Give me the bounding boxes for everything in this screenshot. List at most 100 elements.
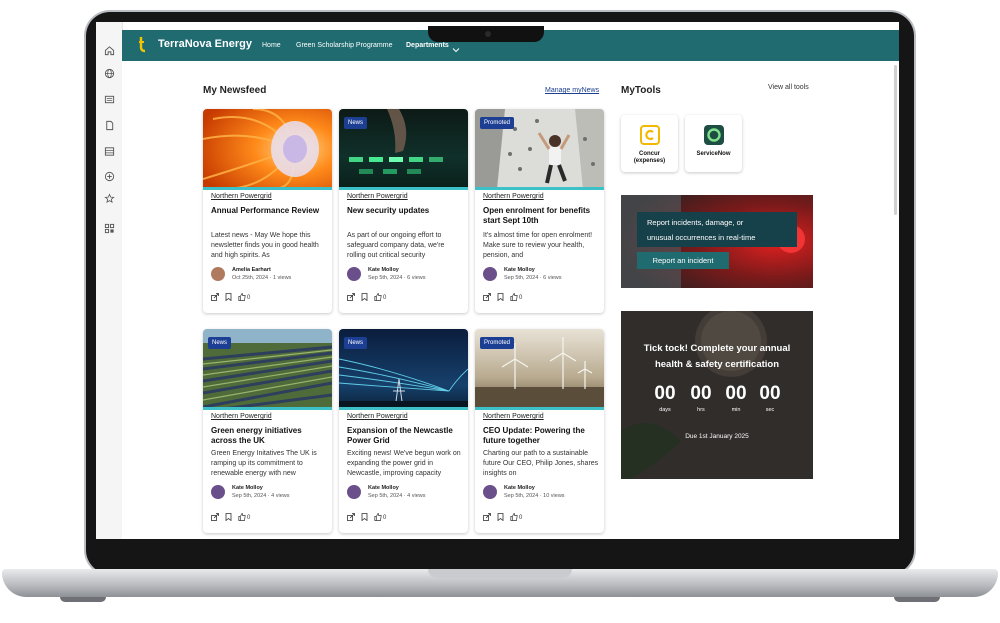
chevron-down-icon[interactable] [452, 41, 460, 59]
card-title[interactable]: New security updates [347, 206, 463, 216]
bookmark-icon[interactable] [225, 513, 232, 523]
countdown-min: 00 [725, 383, 747, 404]
countdown-hrs: 00 [690, 383, 712, 404]
home-icon[interactable] [103, 44, 115, 56]
avatar [347, 485, 361, 499]
nav-green-scholarship[interactable]: Green Scholarship Programme [296, 42, 393, 49]
like-count: 0 [383, 295, 387, 301]
incident-text-line2: unusual occurrences in real-time [647, 233, 756, 242]
globe-icon[interactable] [103, 67, 115, 79]
avatar [483, 267, 497, 281]
card-actions: 0 [211, 513, 250, 523]
card-title[interactable]: Green energy initiatives across the UK [211, 426, 327, 446]
card-author: Kate Molloy [504, 485, 535, 491]
countdown-min-label: min [731, 407, 741, 413]
news-card[interactable]: Promoted Northern Powergrid Open enrolme… [475, 109, 604, 313]
view-all-tools-link[interactable]: View all tools [768, 84, 809, 91]
like-count: 0 [383, 515, 387, 521]
like-count: 0 [519, 295, 523, 301]
card-title[interactable]: Annual Performance Review [211, 206, 327, 216]
bookmark-icon[interactable] [497, 513, 504, 523]
news-card[interactable]: News Northern Powergrid Green energy ini… [203, 329, 332, 533]
card-accent-stripe [339, 407, 468, 410]
card-source-link[interactable]: Northern Powergrid [211, 413, 272, 420]
main-content: My Newsfeed Manage myNews Northern Power… [122, 61, 899, 539]
star-icon[interactable] [103, 192, 115, 204]
card-source-link[interactable]: Northern Powergrid [211, 193, 272, 200]
countdown-days: 00 [654, 383, 676, 404]
nav-departments[interactable]: Departments [406, 42, 449, 49]
card-source-link[interactable]: Northern Powergrid [347, 413, 408, 420]
news-card[interactable]: Promoted Northern Powergrid CEO Update: … [475, 329, 604, 533]
news-card[interactable]: News Northern Powergrid New security upd… [339, 109, 468, 313]
card-description: Exciting news! We've begun work on expan… [347, 450, 461, 477]
card-source-link[interactable]: Northern Powergrid [483, 413, 544, 420]
card-accent-stripe [203, 187, 332, 190]
card-title[interactable]: Open enrolment for benefits start Sept 1… [483, 206, 599, 226]
terranova-logo-icon[interactable] [138, 37, 148, 53]
bookmark-icon[interactable] [361, 293, 368, 303]
avatar [211, 267, 225, 281]
bookmark-icon[interactable] [361, 513, 368, 523]
bookmark-icon[interactable] [225, 293, 232, 303]
card-tag-badge: Promoted [480, 337, 515, 349]
countdown-sec: 00 [759, 383, 781, 404]
card-description: Green Energy Initatives The UK is rampin… [211, 450, 317, 477]
card-title[interactable]: CEO Update: Powering the future together [483, 426, 599, 446]
incident-banner: Report incidents, damage, or unusual occ… [621, 195, 813, 288]
share-icon[interactable] [211, 293, 219, 303]
avatar [347, 267, 361, 281]
bookmark-icon[interactable] [497, 293, 504, 303]
list-icon[interactable] [103, 145, 115, 157]
share-icon[interactable] [347, 513, 355, 523]
card-accent-stripe [475, 407, 604, 410]
share-icon[interactable] [211, 513, 219, 523]
laptop-base-lip [428, 569, 572, 578]
share-icon[interactable] [483, 513, 491, 523]
countdown-sec-label: sec [765, 407, 775, 413]
news-icon[interactable] [103, 93, 115, 105]
add-icon[interactable] [103, 170, 115, 182]
card-tag-badge: News [208, 337, 232, 349]
manage-mynews-link[interactable]: Manage myNews [545, 87, 599, 94]
like-icon[interactable] [238, 293, 246, 303]
apps-icon[interactable] [103, 222, 115, 234]
card-description: Latest news - May We hope this newslette… [211, 232, 319, 259]
card-source-link[interactable]: Northern Powergrid [347, 193, 408, 200]
newsfeed-title: My Newsfeed [203, 85, 267, 96]
report-incident-button[interactable]: Report an incident [637, 252, 729, 269]
card-image-shell [203, 109, 332, 189]
nav-home[interactable]: Home [262, 42, 281, 49]
tool-concur[interactable]: Concur (expenses) [621, 115, 678, 172]
card-accent-stripe [475, 187, 604, 190]
share-icon[interactable] [347, 293, 355, 303]
card-accent-stripe [203, 407, 332, 410]
card-meta: Sep 5th, 2024 · 6 views [368, 275, 426, 281]
card-author: Kate Molloy [504, 267, 535, 273]
news-card[interactable]: Northern Powergrid Annual Performance Re… [203, 109, 332, 313]
laptop-foot-left [60, 597, 106, 602]
left-rail [96, 22, 123, 539]
mytools-title: MyTools [621, 85, 661, 96]
like-icon[interactable] [510, 513, 518, 523]
tool-label: ServiceNow [696, 151, 731, 157]
share-icon[interactable] [483, 293, 491, 303]
card-actions: 0 [347, 513, 386, 523]
document-icon[interactable] [103, 119, 115, 131]
like-icon[interactable] [238, 513, 246, 523]
avatar [211, 485, 225, 499]
news-card[interactable]: News Northern Powergrid Expansion of the… [339, 329, 468, 533]
like-icon[interactable] [374, 513, 382, 523]
card-author: Kate Molloy [232, 485, 263, 491]
tool-servicenow[interactable]: ServiceNow [685, 115, 742, 172]
servicenow-icon [704, 125, 724, 145]
scrollbar[interactable] [894, 65, 897, 215]
like-icon[interactable] [510, 293, 518, 303]
tool-label: Concur [639, 151, 660, 157]
card-actions: 0 [483, 513, 522, 523]
card-tag-badge: Promoted [480, 117, 515, 129]
card-title[interactable]: Expansion of the Newcastle Power Grid [347, 426, 463, 446]
brand-name[interactable]: TerraNova Energy [158, 38, 252, 50]
card-source-link[interactable]: Northern Powergrid [483, 193, 544, 200]
like-icon[interactable] [374, 293, 382, 303]
